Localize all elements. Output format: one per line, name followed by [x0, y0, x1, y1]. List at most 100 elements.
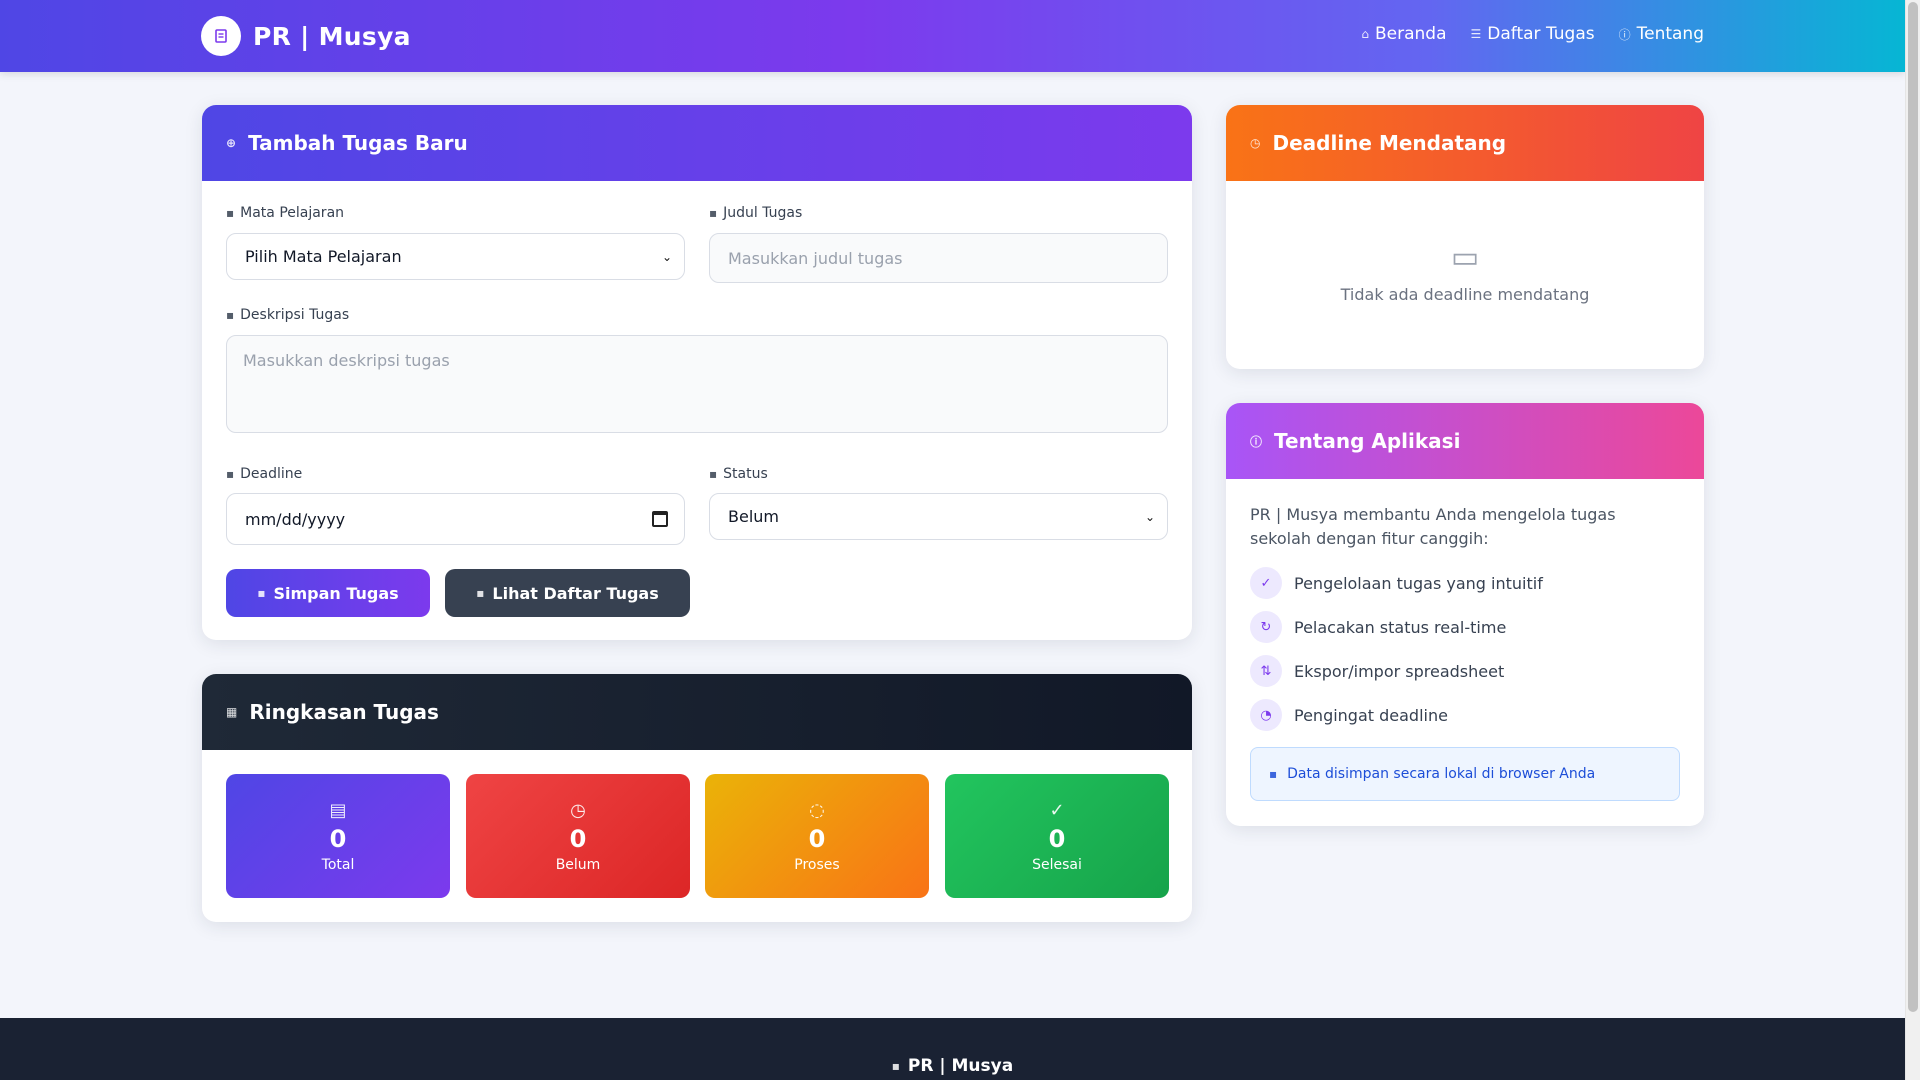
local-storage-info-text: Data disimpan secara lokal di browser An…: [1287, 766, 1596, 782]
book-icon: ▪: [226, 206, 235, 220]
deadline-empty-text: Tidak ada deadline mendatang: [1340, 285, 1590, 304]
check-icon: ✓: [1250, 567, 1282, 599]
stat-total-label: Total: [321, 856, 355, 873]
brand[interactable]: PR | Musya: [201, 16, 411, 56]
deadline-date-value: mm/dd/yyyy: [245, 509, 346, 529]
add-task-card: ⊕ Tambah Tugas Baru ▪ Mata Pelajaran Pil…: [202, 105, 1192, 640]
nav-item-label: Daftar Tugas: [1487, 24, 1595, 44]
save-task-button[interactable]: ▪ Simpan Tugas: [226, 569, 430, 617]
nav-item-daftar-tugas[interactable]: ☰ Daftar Tugas: [1471, 24, 1595, 44]
scrollbar-thumb[interactable]: [1908, 2, 1918, 1012]
chevron-down-icon: ⌄: [1144, 509, 1155, 524]
upcoming-deadline-card: ◷ Deadline Mendatang ▭ Tidak ada deadlin…: [1226, 105, 1704, 369]
status-label: ▪ Status: [709, 466, 768, 482]
subject-select-value: Pilih Mata Pelajaran: [245, 247, 402, 266]
feature-item: ⇅ Ekspor/impor spreadsheet: [1250, 655, 1504, 687]
stat-belum-label: Belum: [555, 856, 601, 873]
nav-item-beranda[interactable]: ⌂ Beranda: [1361, 24, 1446, 44]
align-left-icon: ▪: [226, 308, 235, 322]
clock-icon: ◷: [570, 799, 586, 821]
save-task-button-label: Simpan Tugas: [273, 583, 399, 603]
deadline-label: ▪ Deadline: [226, 466, 302, 482]
task-title-placeholder: Masukkan judul tugas: [728, 248, 903, 268]
subject-label: ▪ Mata Pelajaran: [226, 205, 344, 221]
stat-belum-value: 0: [569, 824, 587, 853]
view-task-list-button-label: Lihat Daftar Tugas: [492, 583, 659, 603]
spinner-icon: ◌: [809, 799, 825, 821]
about-description: PR | Musya membantu Anda mengelola tugas…: [1250, 505, 1616, 548]
stat-total-value: 0: [329, 824, 347, 853]
stat-proses: ◌ 0 Proses: [705, 774, 929, 898]
description-placeholder: Masukkan deskripsi tugas: [243, 351, 450, 370]
stat-proses-label: Proses: [794, 856, 840, 873]
brand-logo-icon: [201, 16, 241, 56]
bell-icon: ◔: [1250, 699, 1282, 731]
top-navbar: PR | Musya ⌂ Beranda ☰ Daftar Tugas ⓘ Te…: [0, 0, 1905, 72]
status-label-text: Status: [723, 466, 768, 482]
heading-icon: ▪: [709, 206, 718, 220]
summary-title: Ringkasan Tugas: [249, 700, 439, 724]
feature-item: ◔ Pengingat deadline: [1250, 699, 1448, 731]
about-header: ⓘ Tentang Aplikasi: [1226, 403, 1704, 479]
stat-selesai-label: Selesai: [1032, 856, 1082, 873]
about-app-card: ⓘ Tentang Aplikasi PR | Musya membantu A…: [1226, 403, 1704, 826]
subject-label-text: Mata Pelajaran: [240, 205, 345, 221]
footer-logo-icon: ▪: [891, 1059, 900, 1073]
feature-label: Pengelolaan tugas yang intuitif: [1294, 573, 1543, 593]
deadline-label-text: Deadline: [240, 466, 303, 482]
local-storage-info: ▪ Data disimpan secara lokal di browser …: [1250, 747, 1680, 801]
footer-brand: ▪ PR | Musya: [892, 1052, 1013, 1080]
chevron-down-icon: ⌄: [661, 249, 672, 264]
add-task-title: Tambah Tugas Baru: [248, 131, 468, 155]
description-textarea[interactable]: Masukkan deskripsi tugas: [226, 335, 1168, 433]
deadline-date-input[interactable]: mm/dd/yyyy: [226, 493, 685, 545]
summary-header: ▦ Ringkasan Tugas: [202, 674, 1192, 750]
page-scrollbar[interactable]: [1905, 0, 1920, 1080]
status-select[interactable]: Belum ⌄: [709, 493, 1168, 540]
home-icon: ⌂: [1361, 27, 1369, 41]
list-icon: ▪: [476, 586, 485, 600]
stat-proses-value: 0: [808, 824, 826, 853]
feature-label: Pengingat deadline: [1294, 705, 1448, 725]
calendar-icon: ▪: [226, 467, 235, 481]
footer: ▪ PR | Musya: [0, 1018, 1905, 1080]
nav-links: ⌂ Beranda ☰ Daftar Tugas ⓘ Tentang: [1361, 24, 1704, 44]
save-icon: ▪: [257, 586, 266, 600]
list-icon: ☰: [1470, 27, 1482, 41]
calendar-empty-icon: ▭: [1450, 240, 1480, 275]
check-circle-icon: ✓: [1049, 799, 1065, 821]
add-task-body: ▪ Mata Pelajaran Pilih Mata Pelajaran ⌄ …: [202, 181, 1192, 640]
description-label: ▪ Deskripsi Tugas: [226, 307, 349, 323]
deadline-header: ◷ Deadline Mendatang: [1226, 105, 1704, 181]
about-title: Tentang Aplikasi: [1274, 429, 1461, 453]
summary-card: ▦ Ringkasan Tugas ▤ 0 Total ◷ 0 Belum ◌ …: [202, 674, 1192, 922]
sync-icon: ↻: [1250, 611, 1282, 643]
tasks-icon: ▤: [329, 799, 347, 821]
chart-icon: ▦: [226, 705, 238, 719]
info-circle-icon: ⓘ: [1250, 434, 1263, 449]
description-label-text: Deskripsi Tugas: [240, 307, 350, 323]
calendar-picker-icon[interactable]: [652, 511, 668, 527]
info-icon: ⓘ: [1618, 27, 1631, 42]
task-title-label-text: Judul Tugas: [723, 205, 803, 221]
deadline-empty-state: ▭ Tidak ada deadline mendatang: [1226, 240, 1704, 304]
task-title-input[interactable]: Masukkan judul tugas: [709, 233, 1168, 283]
add-task-header: ⊕ Tambah Tugas Baru: [202, 105, 1192, 181]
feature-label: Ekspor/impor spreadsheet: [1294, 661, 1505, 681]
file-export-icon: ⇅: [1250, 655, 1282, 687]
stat-selesai: ✓ 0 Selesai: [945, 774, 1169, 898]
feature-label: Pelacakan status real-time: [1294, 617, 1507, 637]
nav-item-label: Beranda: [1375, 24, 1447, 44]
stat-selesai-value: 0: [1048, 824, 1066, 853]
task-title-label: ▪ Judul Tugas: [709, 205, 802, 221]
view-task-list-button[interactable]: ▪ Lihat Daftar Tugas: [445, 569, 690, 617]
footer-brand-text: PR | Musya: [907, 1056, 1014, 1076]
nav-item-label: Tentang: [1636, 24, 1704, 44]
flag-icon: ▪: [709, 467, 718, 481]
alarm-icon: ◷: [1250, 136, 1261, 150]
subject-select[interactable]: Pilih Mata Pelajaran ⌄: [226, 233, 685, 280]
status-select-value: Belum: [728, 507, 779, 526]
nav-item-tentang[interactable]: ⓘ Tentang: [1619, 24, 1704, 44]
plus-circle-icon: ⊕: [226, 136, 237, 150]
feature-item: ✓ Pengelolaan tugas yang intuitif: [1250, 567, 1543, 599]
